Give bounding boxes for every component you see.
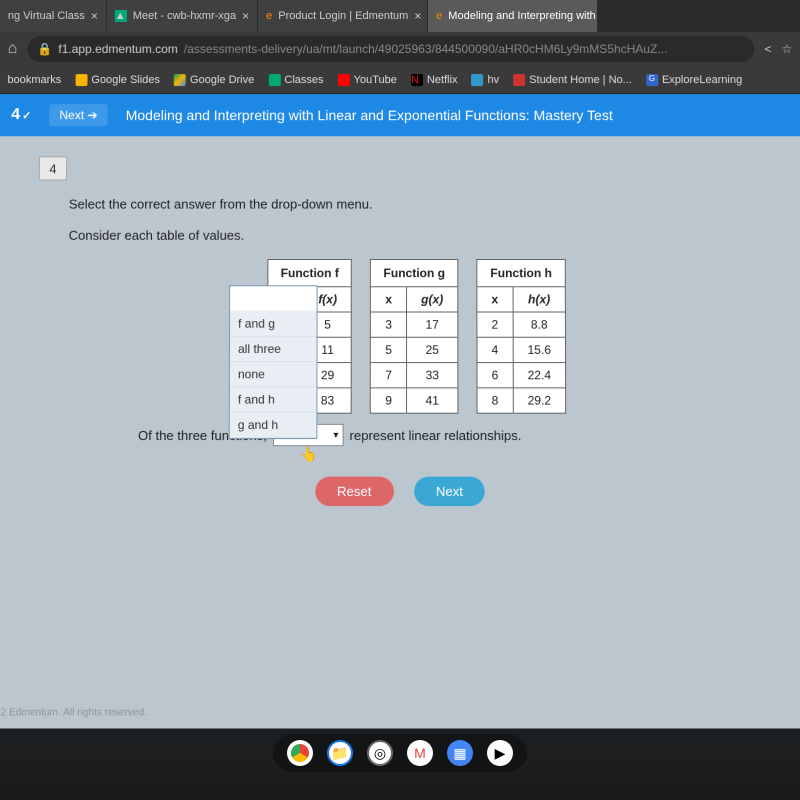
bookmark-classes[interactable]: Classes [268,74,323,86]
dropdown-listbox[interactable]: f and g all three none f and h g and h [229,285,318,439]
dropdown-option-none[interactable]: none [230,362,317,387]
bookmark-explorelearning[interactable]: GExploreLearning [646,74,742,86]
assessment-title: Modeling and Interpreting with Linear an… [126,107,613,123]
share-icon[interactable]: < [764,42,771,56]
bookmarks-bar: bookmarks Google Slides Google Drive Cla… [0,66,800,94]
sentence-suffix: represent linear relationships. [350,427,522,442]
bookmark-slides[interactable]: Google Slides [75,74,160,86]
play-icon[interactable]: ▶ [487,740,513,766]
assessment-header: 4✓ Next ➔ Modeling and Interpreting with… [0,94,800,136]
edmentum-icon: e [436,10,442,22]
table-row: 317 [371,312,458,337]
close-icon[interactable]: × [414,9,421,23]
sub-instruction-text: Consider each table of values. [38,228,761,243]
bookmark-hv[interactable]: hv [472,74,500,86]
home-icon[interactable]: ⌂ [8,40,18,58]
table-caption: Function h [477,260,566,287]
chrome-icon[interactable] [287,740,313,766]
instruction-text: Select the correct answer from the drop-… [39,197,762,212]
copyright-footer: 22 Edmentum. All rights reserved. [0,707,147,718]
tab-virtual-class[interactable]: ng Virtual Class × [0,0,107,32]
question-number-box: 4 [39,156,67,180]
gmail-icon[interactable]: M [407,740,433,766]
docs-icon[interactable]: ▦ [447,740,473,766]
tab-label: Modeling and Interpreting with L [448,10,598,22]
table-row: 733 [371,363,458,388]
bookmark-student-home[interactable]: Student Home | No... [513,74,632,86]
files-icon[interactable]: 📁 [327,740,353,766]
address-field[interactable]: 🔒 f1.app.edmentum.com/assessments-delive… [27,36,754,62]
dropdown-option-all-three[interactable]: all three [230,337,317,362]
table-row: 28.8 [477,312,566,337]
url-host: f1.app.edmentum.com [58,42,178,56]
table-row: 415.6 [477,337,566,362]
star-icon[interactable]: ☆ [782,42,793,56]
tab-modeling[interactable]: e Modeling and Interpreting with L × [428,0,598,32]
header-next-button[interactable]: Next ➔ [49,104,107,126]
tab-label: Product Login | Edmentum [278,10,408,22]
table-row: 622.4 [477,363,566,388]
os-taskbar: 📁 ◎ M ▦ ▶ [273,734,527,772]
bookmark-drive[interactable]: Google Drive [174,74,254,86]
tables-row: Function f xf(x) 15 211 329 483 Function… [37,259,762,414]
tab-meet[interactable]: ▲ Meet - cwb-hxmr-xga × [107,0,258,32]
close-icon[interactable]: × [242,9,249,23]
tab-label: ng Virtual Class [8,10,85,22]
tab-edmentum-login[interactable]: e Product Login | Edmentum × [258,0,428,32]
url-bar: ⌂ 🔒 f1.app.edmentum.com/assessments-deli… [0,32,800,66]
dropdown-blank[interactable] [230,286,317,311]
table-row: 941 [371,388,458,413]
content-area: 4 Select the correct answer from the dro… [0,136,800,728]
dropdown-option-f-and-h[interactable]: f and h [230,387,317,412]
table-caption: Function g [371,260,458,287]
reset-button[interactable]: Reset [315,477,394,506]
table-function-h: Function h xh(x) 28.8 415.6 622.4 829.2 [476,259,566,414]
site-icon: 🔒 [37,42,52,56]
table-row: 829.2 [477,388,566,413]
dropdown-option-g-and-h[interactable]: g and h [230,413,317,438]
answer-sentence: Of the three functions, represent linear… [37,424,763,446]
arrow-right-icon: ➔ [87,108,97,122]
tab-label: Meet - cwb-hxmr-xga [133,10,236,22]
dropdown-option-f-and-g[interactable]: f and g [230,311,317,336]
button-row: Reset Next [37,477,763,506]
bookmark-youtube[interactable]: YouTube [338,74,397,86]
app-icon[interactable]: ◎ [367,740,393,766]
bookmark-bookmarks[interactable]: bookmarks [7,74,61,86]
table-caption: Function f [268,260,352,287]
meet-icon: ▲ [115,10,127,22]
table-function-g: Function g xg(x) 317 525 733 941 [370,259,458,414]
table-row: 525 [371,337,458,362]
chevron-down-icon[interactable]: ✓ [22,110,31,122]
question-counter: 4✓ [11,106,31,124]
bookmark-netflix[interactable]: NNetflix [411,74,458,86]
url-path: /assessments-delivery/ua/mt/launch/49025… [184,42,668,56]
edmentum-icon: e [266,10,272,22]
next-button[interactable]: Next [414,477,485,506]
browser-tab-strip: ng Virtual Class × ▲ Meet - cwb-hxmr-xga… [0,0,800,32]
close-icon[interactable]: × [91,9,98,23]
